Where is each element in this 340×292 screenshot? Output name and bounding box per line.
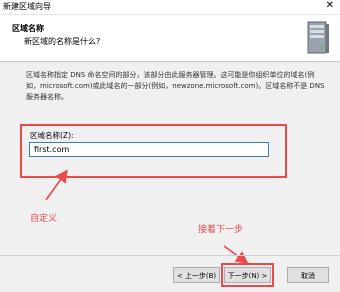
annotation-arrows: [45, 169, 249, 264]
arrow-to-next: [223, 245, 249, 264]
back-button[interactable]: < 上一步(B): [173, 267, 220, 283]
next-step-annotation: 接着下一步: [198, 225, 244, 235]
arrow-to-input: [45, 169, 68, 201]
footer-divider: [0, 255, 340, 256]
custom-annotation: 自定义: [30, 214, 58, 224]
cancel-button[interactable]: 取消: [287, 267, 329, 283]
next-button[interactable]: 下一步(N) >: [224, 267, 271, 283]
